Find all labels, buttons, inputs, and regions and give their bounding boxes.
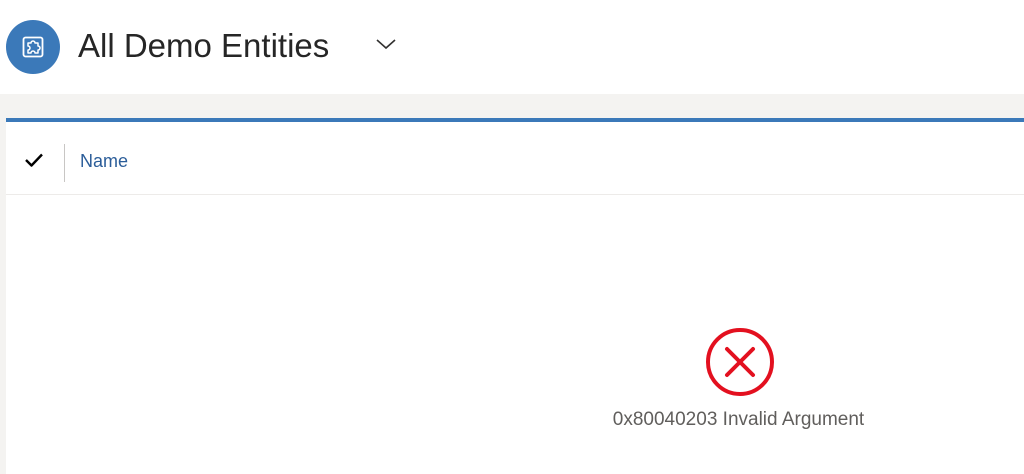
select-all-checkbox[interactable] (20, 146, 48, 174)
error-circle-x-icon (704, 326, 776, 398)
data-grid: Name 0x80040203 Invalid Argument (6, 118, 1024, 474)
view-selector-button[interactable] (370, 28, 402, 60)
view-title: All Demo Entities (78, 27, 330, 64)
view-header: All Demo Entities (0, 0, 1024, 94)
column-header-name[interactable]: Name (80, 150, 128, 172)
error-message-text: 0x80040203 Invalid Argument (612, 409, 865, 430)
grid-header-row: Name (6, 122, 1024, 195)
chevron-down-icon (376, 39, 396, 50)
error-message-panel: 0x80040203 Invalid Argument (566, 320, 911, 440)
column-divider (64, 144, 65, 182)
puzzle-piece-icon (6, 20, 60, 74)
checkmark-icon (25, 153, 43, 167)
